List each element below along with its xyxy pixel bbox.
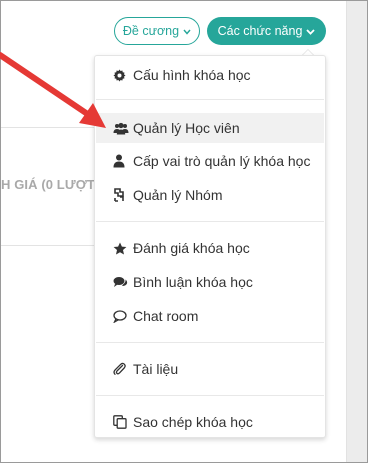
menu-item-assign-role[interactable]: Cấp vai trò quản lý khóa học bbox=[96, 146, 324, 176]
menu-separator bbox=[96, 342, 324, 343]
chevron-down-icon bbox=[306, 24, 316, 38]
menu-item-label: Quản lý Nhóm bbox=[133, 187, 223, 203]
menu-item-label: Cấu hình khóa học bbox=[133, 67, 251, 83]
functions-button[interactable]: Các chức năng bbox=[207, 17, 326, 45]
functions-dropdown-menu: Cấu hình khóa học Quản lý Học viên Cấp v… bbox=[94, 55, 326, 438]
user-icon bbox=[113, 153, 131, 169]
menu-item-documents[interactable]: Tài liệu bbox=[96, 354, 324, 384]
menu-item-label: Chat room bbox=[133, 308, 199, 324]
menu-item-label: Bình luận khóa học bbox=[133, 274, 253, 290]
outline-button-label: Đề cương bbox=[122, 24, 180, 38]
gear-icon bbox=[113, 67, 131, 83]
outline-button[interactable]: Đề cương bbox=[114, 17, 200, 45]
menu-item-label: Quản lý Học viên bbox=[133, 120, 240, 136]
users-icon bbox=[113, 120, 131, 136]
menu-item-copy-course[interactable]: Sao chép khóa học bbox=[96, 407, 324, 437]
menu-separator bbox=[96, 395, 324, 396]
menu-item-manage-students[interactable]: Quản lý Học viên bbox=[96, 113, 324, 143]
group-swap-icon bbox=[113, 187, 131, 203]
menu-item-chat-room[interactable]: Chat room bbox=[96, 301, 324, 331]
menu-item-label: Cấp vai trò quản lý khóa học bbox=[133, 153, 311, 169]
menu-item-label: Đánh giá khóa học bbox=[133, 240, 250, 256]
paperclip-icon bbox=[113, 361, 131, 377]
functions-button-label: Các chức năng bbox=[217, 24, 303, 38]
menu-item-course-settings[interactable]: Cấu hình khóa học bbox=[96, 60, 324, 90]
menu-item-course-comments[interactable]: Bình luận khóa học bbox=[96, 267, 324, 297]
menu-item-course-rating[interactable]: Đánh giá khóa học bbox=[96, 233, 324, 263]
rating-heading-partial: H GIÁ (0 LƯỢT bbox=[1, 177, 95, 192]
star-icon bbox=[113, 240, 131, 256]
comments-icon bbox=[113, 274, 131, 290]
copy-icon bbox=[113, 414, 131, 430]
menu-item-manage-groups[interactable]: Quản lý Nhóm bbox=[96, 180, 324, 210]
menu-item-label: Tài liệu bbox=[133, 361, 179, 377]
page-scroll-area[interactable] bbox=[346, 1, 367, 462]
menu-separator bbox=[96, 221, 324, 222]
chevron-down-icon bbox=[183, 24, 191, 38]
chat-bubble-icon bbox=[113, 308, 131, 324]
menu-separator bbox=[96, 99, 324, 100]
menu-item-label: Sao chép khóa học bbox=[133, 414, 253, 430]
